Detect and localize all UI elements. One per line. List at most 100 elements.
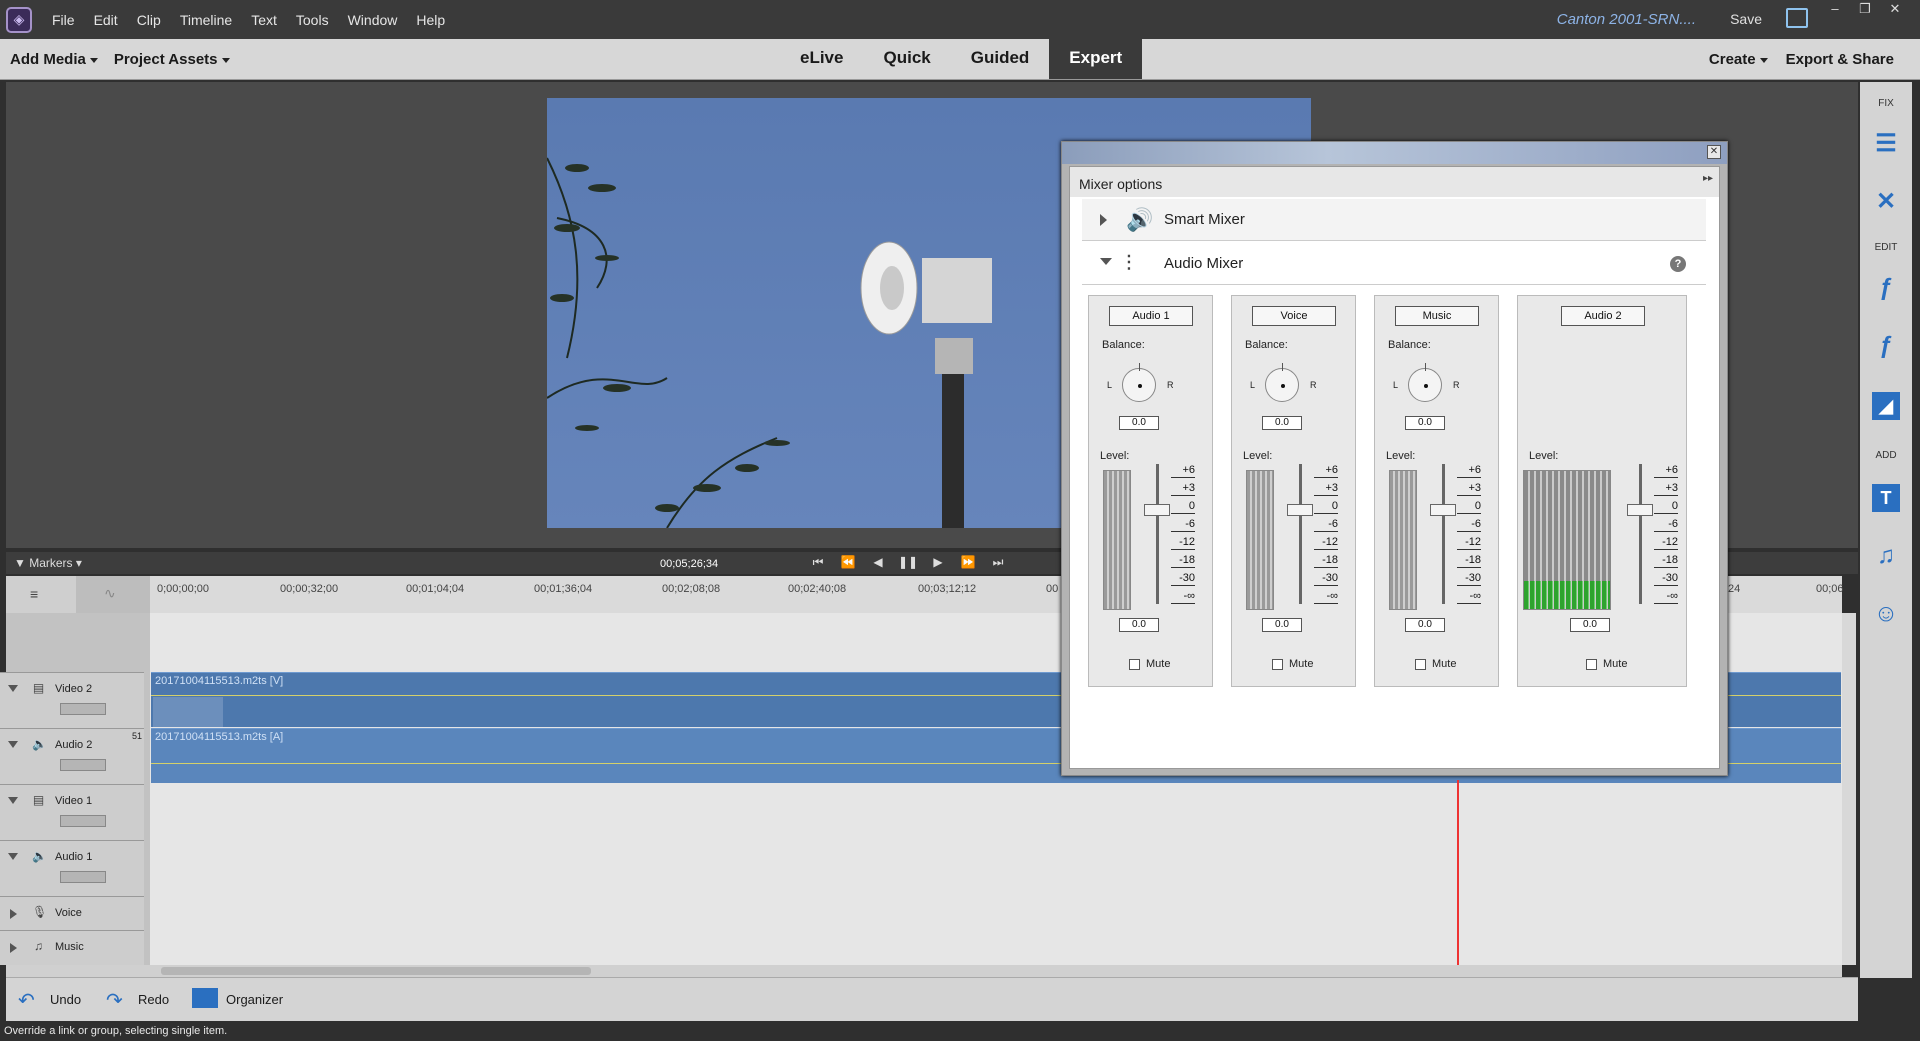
smart-mixer-section[interactable]: 🔊 Smart Mixer — [1082, 199, 1706, 241]
transitions-icon[interactable]: ◢ — [1872, 392, 1900, 420]
scrollbar-thumb[interactable] — [161, 967, 591, 975]
menu-tools[interactable]: Tools — [296, 12, 329, 28]
tab-expert[interactable]: Expert — [1049, 39, 1143, 79]
balance-knob[interactable] — [1122, 363, 1156, 402]
horizontal-scrollbar[interactable] — [6, 965, 1842, 977]
expand-icon[interactable] — [1100, 214, 1107, 226]
level-fader-track[interactable] — [1442, 464, 1445, 604]
level-fader[interactable] — [1144, 504, 1170, 516]
audio-mixer-section[interactable]: ⫶ Audio Mixer ? — [1082, 243, 1706, 285]
export-share-button[interactable]: Export & Share — [1786, 51, 1894, 68]
step-back-icon[interactable]: ◀ — [863, 555, 893, 570]
expand-icon[interactable] — [10, 909, 17, 919]
restore-icon[interactable]: ❐ — [1850, 0, 1880, 20]
pause-icon[interactable]: ❚❚ — [893, 555, 923, 570]
fullscreen-icon[interactable] — [1786, 8, 1808, 28]
track-audio-2[interactable]: 🔈 Audio 2 51 — [0, 728, 144, 784]
track-music[interactable]: ♫ Music — [0, 930, 144, 965]
audio-view-toggle[interactable]: ∿ — [76, 576, 150, 613]
help-icon[interactable]: ? — [1670, 256, 1686, 272]
menu-help[interactable]: Help — [416, 12, 445, 28]
effects-icon[interactable]: ƒ — [1872, 332, 1900, 360]
keyframe-nav[interactable] — [60, 871, 106, 883]
menu-file[interactable]: File — [52, 12, 75, 28]
collapse-icon[interactable] — [8, 853, 18, 860]
menu-window[interactable]: Window — [348, 12, 398, 28]
vertical-scrollbar[interactable] — [1842, 613, 1856, 965]
adjustments-icon[interactable]: ☰ — [1872, 130, 1900, 158]
sliders-icon: ⫶ — [1126, 251, 1132, 276]
close-icon[interactable]: ✕ — [1880, 0, 1910, 20]
organizer-icon[interactable] — [192, 988, 218, 1008]
level-fader[interactable] — [1287, 504, 1313, 516]
mute-checkbox[interactable]: Mute — [1272, 658, 1313, 670]
tab-elive[interactable]: eLive — [780, 39, 863, 79]
redo-icon[interactable]: ↷ — [106, 988, 123, 1013]
balance-knob[interactable] — [1265, 363, 1299, 402]
menu-timeline[interactable]: Timeline — [180, 12, 232, 28]
menu-edit[interactable]: Edit — [94, 12, 118, 28]
track-voice[interactable]: 🎙 Voice — [0, 896, 144, 930]
balance-value[interactable]: 0.0 — [1119, 416, 1159, 430]
project-assets-button[interactable]: Project Assets — [114, 51, 230, 68]
status-bar: Override a link or group, selecting sing… — [0, 1021, 1920, 1041]
mute-checkbox[interactable]: Mute — [1586, 658, 1627, 670]
undo-button[interactable]: Undo — [50, 992, 81, 1007]
tab-quick[interactable]: Quick — [863, 39, 950, 79]
save-button[interactable]: Save — [1730, 11, 1762, 27]
level-value[interactable]: 0.0 — [1405, 618, 1445, 632]
panel-menu-icon[interactable]: ▸▸ — [1703, 173, 1713, 184]
undo-icon[interactable]: ↶ — [18, 988, 35, 1013]
track-video-2[interactable]: ▤ Video 2 — [0, 672, 144, 728]
create-button[interactable]: Create — [1709, 51, 1768, 68]
go-to-end-icon[interactable]: ⏭ — [983, 555, 1013, 570]
tools-icon[interactable]: ✕ — [1872, 188, 1900, 216]
organizer-button[interactable]: Organizer — [226, 992, 283, 1007]
meter-signal — [1524, 581, 1610, 609]
level-fader-track[interactable] — [1156, 464, 1159, 604]
balance-knob[interactable] — [1408, 363, 1442, 402]
level-fader-track[interactable] — [1299, 464, 1302, 604]
balance-value[interactable]: 0.0 — [1262, 416, 1302, 430]
close-icon[interactable]: ✕ — [1707, 145, 1721, 159]
markers-dropdown[interactable]: ▼ Markers ▾ — [14, 556, 82, 570]
menu-clip[interactable]: Clip — [137, 12, 161, 28]
level-value[interactable]: 0.0 — [1262, 618, 1302, 632]
redo-button[interactable]: Redo — [138, 992, 169, 1007]
tab-guided[interactable]: Guided — [951, 39, 1050, 79]
step-forward-icon[interactable]: ▶ — [923, 555, 953, 570]
collapse-icon[interactable] — [1100, 258, 1112, 265]
level-value[interactable]: 0.0 — [1570, 618, 1610, 632]
add-media-button[interactable]: Add Media — [10, 51, 98, 68]
minimize-icon[interactable]: – — [1820, 0, 1850, 20]
next-edit-icon[interactable]: ⏩ — [953, 555, 983, 570]
project-name[interactable]: Canton 2001-SRN.... — [1557, 11, 1696, 28]
menu-text[interactable]: Text — [251, 12, 277, 28]
effects-edit-icon[interactable]: ƒ — [1872, 274, 1900, 302]
track-video-1[interactable]: ▤ Video 1 — [0, 784, 144, 840]
keyframe-nav[interactable] — [60, 815, 106, 827]
timeline-tool-toggle[interactable]: ≡ — [6, 576, 76, 613]
level-fader[interactable] — [1430, 504, 1456, 516]
previous-edit-icon[interactable]: ⏪ — [833, 555, 863, 570]
collapse-icon[interactable] — [8, 685, 18, 692]
mixer-title-bar[interactable]: ✕ — [1062, 142, 1727, 164]
mute-checkbox[interactable]: Mute — [1415, 658, 1456, 670]
expand-icon[interactable] — [10, 943, 17, 953]
playhead[interactable] — [1457, 780, 1459, 966]
balance-value[interactable]: 0.0 — [1405, 416, 1445, 430]
titles-icon[interactable]: T — [1872, 484, 1900, 512]
level-fader-track[interactable] — [1639, 464, 1642, 604]
go-to-start-icon[interactable]: ⏮ — [803, 555, 833, 570]
track-audio-1[interactable]: 🔈 Audio 1 — [0, 840, 144, 896]
mute-checkbox[interactable]: Mute — [1129, 658, 1170, 670]
level-value[interactable]: 0.0 — [1119, 618, 1159, 632]
collapse-icon[interactable] — [8, 797, 18, 804]
graphics-icon[interactable]: ☺ — [1872, 600, 1900, 628]
level-fader[interactable] — [1627, 504, 1653, 516]
ruler-tick: 00;02;08;08 — [662, 583, 721, 595]
keyframe-nav[interactable] — [60, 759, 106, 771]
keyframe-nav[interactable] — [60, 703, 106, 715]
music-icon[interactable]: ♫ — [1872, 542, 1900, 570]
collapse-icon[interactable] — [8, 741, 18, 748]
